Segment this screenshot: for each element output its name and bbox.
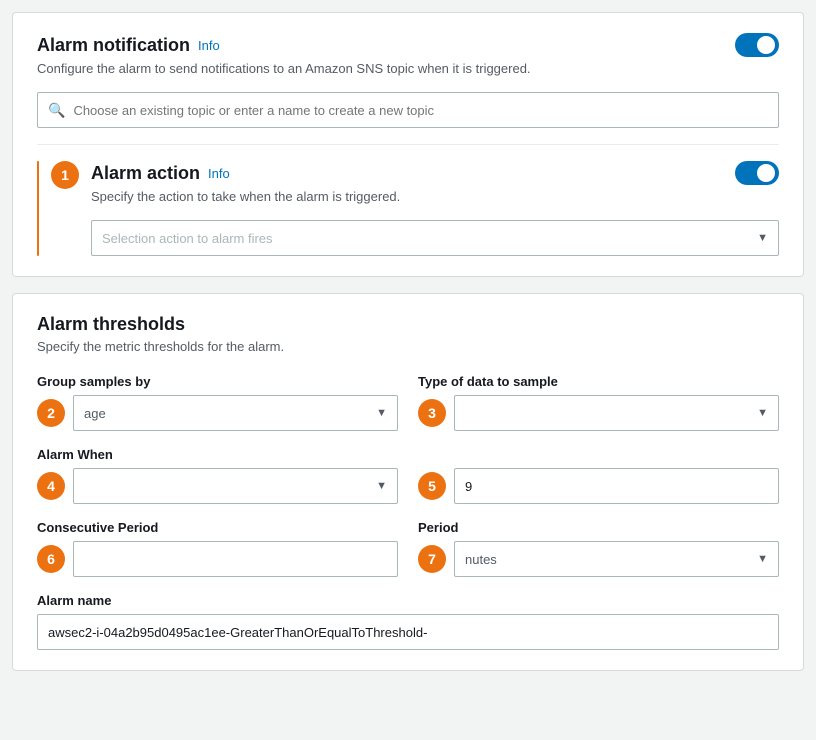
alarm-when-value-badge-row: 5 bbox=[418, 468, 779, 504]
alarm-notification-info-link[interactable]: Info bbox=[198, 38, 220, 53]
alarm-when-value-group: Value 5 bbox=[418, 447, 779, 504]
period-label: Period bbox=[418, 520, 779, 535]
alarm-notification-header: Alarm notification Info bbox=[37, 33, 779, 57]
alarm-name-input[interactable] bbox=[37, 614, 779, 650]
alarm-thresholds-title-row: Alarm thresholds bbox=[37, 314, 185, 335]
group-samples-by-value: age bbox=[84, 406, 376, 421]
alarm-when-label: Alarm When bbox=[37, 447, 398, 462]
period-badge-row: 7 nutes ▼ bbox=[418, 541, 779, 577]
alarm-name-label: Alarm name bbox=[37, 593, 779, 608]
topic-search-container: 🔍 bbox=[37, 92, 779, 128]
alarm-action-title-row: Alarm action Info bbox=[91, 163, 230, 184]
period-group: Period 7 nutes ▼ bbox=[418, 520, 779, 577]
alarm-action-description: Specify the action to take when the alar… bbox=[91, 189, 779, 204]
alarm-action-inner: 1 Alarm action Info Specify the action t… bbox=[37, 145, 779, 276]
alarm-when-dropdown[interactable]: ▼ bbox=[73, 468, 398, 504]
consecutive-period-label: Consecutive Period bbox=[37, 520, 398, 535]
period-dropdown-arrow: ▼ bbox=[757, 553, 768, 565]
group-samples-by-dropdown[interactable]: age ▼ bbox=[73, 395, 398, 431]
step-1-badge: 1 bbox=[51, 161, 79, 189]
step-badge-container: 1 bbox=[39, 161, 91, 256]
step-4-badge: 4 bbox=[37, 472, 65, 500]
alarm-thresholds-section: Alarm thresholds Specify the metric thre… bbox=[12, 293, 804, 671]
row-alarm-when: Alarm When 4 ▼ Value 5 bbox=[37, 447, 779, 504]
group-samples-dropdown-arrow: ▼ bbox=[376, 407, 387, 419]
alarm-when-dropdown-arrow: ▼ bbox=[376, 480, 387, 492]
type-of-data-label: Type of data to sample bbox=[418, 374, 779, 389]
group-samples-by-group: Group samples by 2 age ▼ bbox=[37, 374, 398, 431]
step-7-badge: 7 bbox=[418, 545, 446, 573]
alarm-action-header: Alarm action Info bbox=[91, 161, 779, 185]
alarm-notification-toggle[interactable] bbox=[735, 33, 779, 57]
alarm-action-dropdown-value: Selection action to alarm fires bbox=[102, 231, 757, 246]
type-of-data-dropdown[interactable]: ▼ bbox=[454, 395, 779, 431]
consecutive-period-input[interactable] bbox=[73, 541, 398, 577]
topic-search-input[interactable] bbox=[73, 103, 768, 118]
type-of-data-dropdown-arrow: ▼ bbox=[757, 407, 768, 419]
consecutive-period-group: Consecutive Period 6 bbox=[37, 520, 398, 577]
alarm-action-info-link[interactable]: Info bbox=[208, 166, 230, 181]
group-samples-badge-row: 2 age ▼ bbox=[37, 395, 398, 431]
search-icon: 🔍 bbox=[48, 102, 65, 119]
alarm-notification-title: Alarm notification bbox=[37, 35, 190, 56]
group-samples-by-label: Group samples by bbox=[37, 374, 398, 389]
alarm-thresholds-title: Alarm thresholds bbox=[37, 314, 185, 335]
alarm-action-title: Alarm action bbox=[91, 163, 200, 184]
alarm-name-group: Alarm name bbox=[37, 593, 779, 650]
step-6-badge: 6 bbox=[37, 545, 65, 573]
period-value: nutes bbox=[465, 552, 757, 567]
alarm-action-toggle[interactable] bbox=[735, 161, 779, 185]
row-group-type: Group samples by 2 age ▼ Type of data to… bbox=[37, 374, 779, 431]
alarm-thresholds-header: Alarm thresholds bbox=[37, 314, 779, 335]
alarm-when-value-input[interactable] bbox=[454, 468, 779, 504]
alarm-notification-title-row: Alarm notification Info bbox=[37, 35, 220, 56]
alarm-when-group: Alarm When 4 ▼ bbox=[37, 447, 398, 504]
top-section: Alarm notification Info Configure the al… bbox=[12, 12, 804, 277]
type-of-data-badge-row: 3 ▼ bbox=[418, 395, 779, 431]
alarm-when-badge-row: 4 ▼ bbox=[37, 468, 398, 504]
alarm-notification-section: Alarm notification Info Configure the al… bbox=[37, 33, 779, 144]
step-5-badge: 5 bbox=[418, 472, 446, 500]
alarm-action-dropdown-arrow: ▼ bbox=[757, 232, 768, 244]
period-dropdown[interactable]: nutes ▼ bbox=[454, 541, 779, 577]
alarm-notification-description: Configure the alarm to send notification… bbox=[37, 61, 779, 76]
row-consecutive-period: Consecutive Period 6 Period 7 nutes ▼ bbox=[37, 520, 779, 577]
type-of-data-group: Type of data to sample 3 ▼ bbox=[418, 374, 779, 431]
step-2-badge: 2 bbox=[37, 399, 65, 427]
alarm-thresholds-description: Specify the metric thresholds for the al… bbox=[37, 339, 779, 354]
consecutive-period-badge-row: 6 bbox=[37, 541, 398, 577]
alarm-action-wrapper: 1 Alarm action Info Specify the action t… bbox=[37, 144, 779, 276]
alarm-action-dropdown[interactable]: Selection action to alarm fires ▼ bbox=[91, 220, 779, 256]
alarm-action-content: Alarm action Info Specify the action to … bbox=[91, 161, 779, 256]
step-3-badge: 3 bbox=[418, 399, 446, 427]
